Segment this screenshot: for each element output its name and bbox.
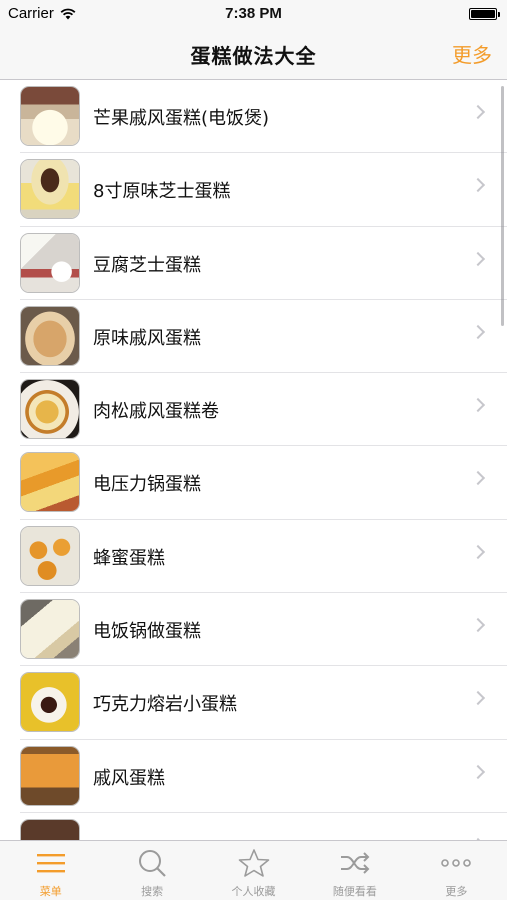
recipe-row[interactable]: 巧克力熔岩小蛋糕 xyxy=(0,666,507,740)
star-icon xyxy=(238,849,269,877)
chevron-right-icon xyxy=(470,544,486,559)
more-button[interactable]: 更多 xyxy=(452,39,492,68)
recipe-row[interactable]: 原味戚风蛋糕 xyxy=(0,300,507,374)
recipe-row[interactable] xyxy=(0,813,507,840)
tab-more[interactable]: 更多 xyxy=(406,841,507,900)
page-title: 蛋糕做法大全 xyxy=(190,44,317,68)
scroll-indicator[interactable] xyxy=(501,86,504,326)
more-dots-icon xyxy=(441,859,472,867)
tab-label: 搜索 xyxy=(141,885,164,898)
battery-icon xyxy=(469,8,500,20)
recipe-thumbnail xyxy=(20,232,80,293)
chevron-right-icon xyxy=(470,251,486,266)
chevron-right-icon xyxy=(470,764,486,779)
chevron-right-icon xyxy=(470,691,486,706)
recipe-thumbnail xyxy=(20,599,80,660)
recipe-title: 电压力锅蛋糕 xyxy=(93,474,201,496)
navigation-bar: 蛋糕做法大全 更多 xyxy=(0,28,507,80)
recipe-title: 8寸原味芝士蛋糕 xyxy=(93,181,231,203)
tab-label: 随便看看 xyxy=(332,885,377,898)
recipe-title: 蜂蜜蛋糕 xyxy=(93,547,165,569)
shuffle-icon xyxy=(340,852,370,874)
recipe-thumbnail xyxy=(20,305,80,366)
recipe-thumbnail xyxy=(20,379,80,440)
chevron-right-icon xyxy=(470,178,486,193)
tab-random[interactable]: 随便看看 xyxy=(304,841,405,900)
recipe-thumbnail xyxy=(20,452,80,513)
tab-bar: 菜单 搜索 个人收藏 随便看看 更多 xyxy=(0,840,507,900)
tab-label: 菜单 xyxy=(39,885,62,898)
recipe-thumbnail xyxy=(20,159,80,220)
tab-favorites[interactable]: 个人收藏 xyxy=(203,841,304,900)
recipe-row[interactable]: 豆腐芝士蛋糕 xyxy=(0,227,507,301)
tab-label: 更多 xyxy=(445,885,468,898)
status-time: 7:38 PM xyxy=(225,5,282,22)
recipe-thumbnail xyxy=(20,672,80,733)
menu-icon xyxy=(36,854,65,873)
recipe-row[interactable]: 电压力锅蛋糕 xyxy=(0,446,507,521)
recipe-row[interactable]: 戚风蛋糕 xyxy=(0,740,507,814)
recipe-title: 戚风蛋糕 xyxy=(93,767,165,789)
recipe-thumbnail xyxy=(20,86,80,146)
chevron-right-icon xyxy=(470,104,486,120)
recipe-title: 肉松戚风蛋糕卷 xyxy=(93,401,219,423)
recipe-thumbnail xyxy=(20,818,80,840)
chevron-right-icon xyxy=(470,471,486,486)
recipe-row[interactable]: 肉松戚风蛋糕卷 xyxy=(0,373,507,447)
recipe-row[interactable]: 蜂蜜蛋糕 xyxy=(0,520,507,594)
chevron-right-icon xyxy=(470,618,486,633)
chevron-right-icon xyxy=(470,324,486,339)
recipe-row[interactable]: 电饭锅做蛋糕 xyxy=(0,593,507,667)
recipe-title: 原味戚风蛋糕 xyxy=(93,327,201,349)
chevron-right-icon xyxy=(470,398,486,413)
status-bar: Carrier 7:38 PM xyxy=(0,0,507,28)
recipe-title: 芒果戚风蛋糕(电饭煲) xyxy=(93,108,270,129)
recipe-title: 豆腐芝士蛋糕 xyxy=(93,254,201,276)
recipe-list[interactable]: 芒果戚风蛋糕(电饭煲) 8寸原味芝士蛋糕 豆腐芝士蛋糕 原味戚风蛋糕 肉松戚风蛋… xyxy=(0,80,507,840)
search-icon xyxy=(139,850,166,877)
recipe-title: 电饭锅做蛋糕 xyxy=(93,621,201,643)
tab-search[interactable]: 搜索 xyxy=(101,841,202,900)
tab-label: 个人收藏 xyxy=(231,885,276,898)
recipe-row[interactable]: 芒果戚风蛋糕(电饭煲) xyxy=(0,80,507,154)
recipe-thumbnail xyxy=(20,745,80,806)
recipe-thumbnail xyxy=(20,525,80,586)
tab-menu[interactable]: 菜单 xyxy=(0,841,101,900)
recipe-title: 巧克力熔岩小蛋糕 xyxy=(93,694,237,716)
recipe-row[interactable]: 8寸原味芝士蛋糕 xyxy=(0,153,507,227)
